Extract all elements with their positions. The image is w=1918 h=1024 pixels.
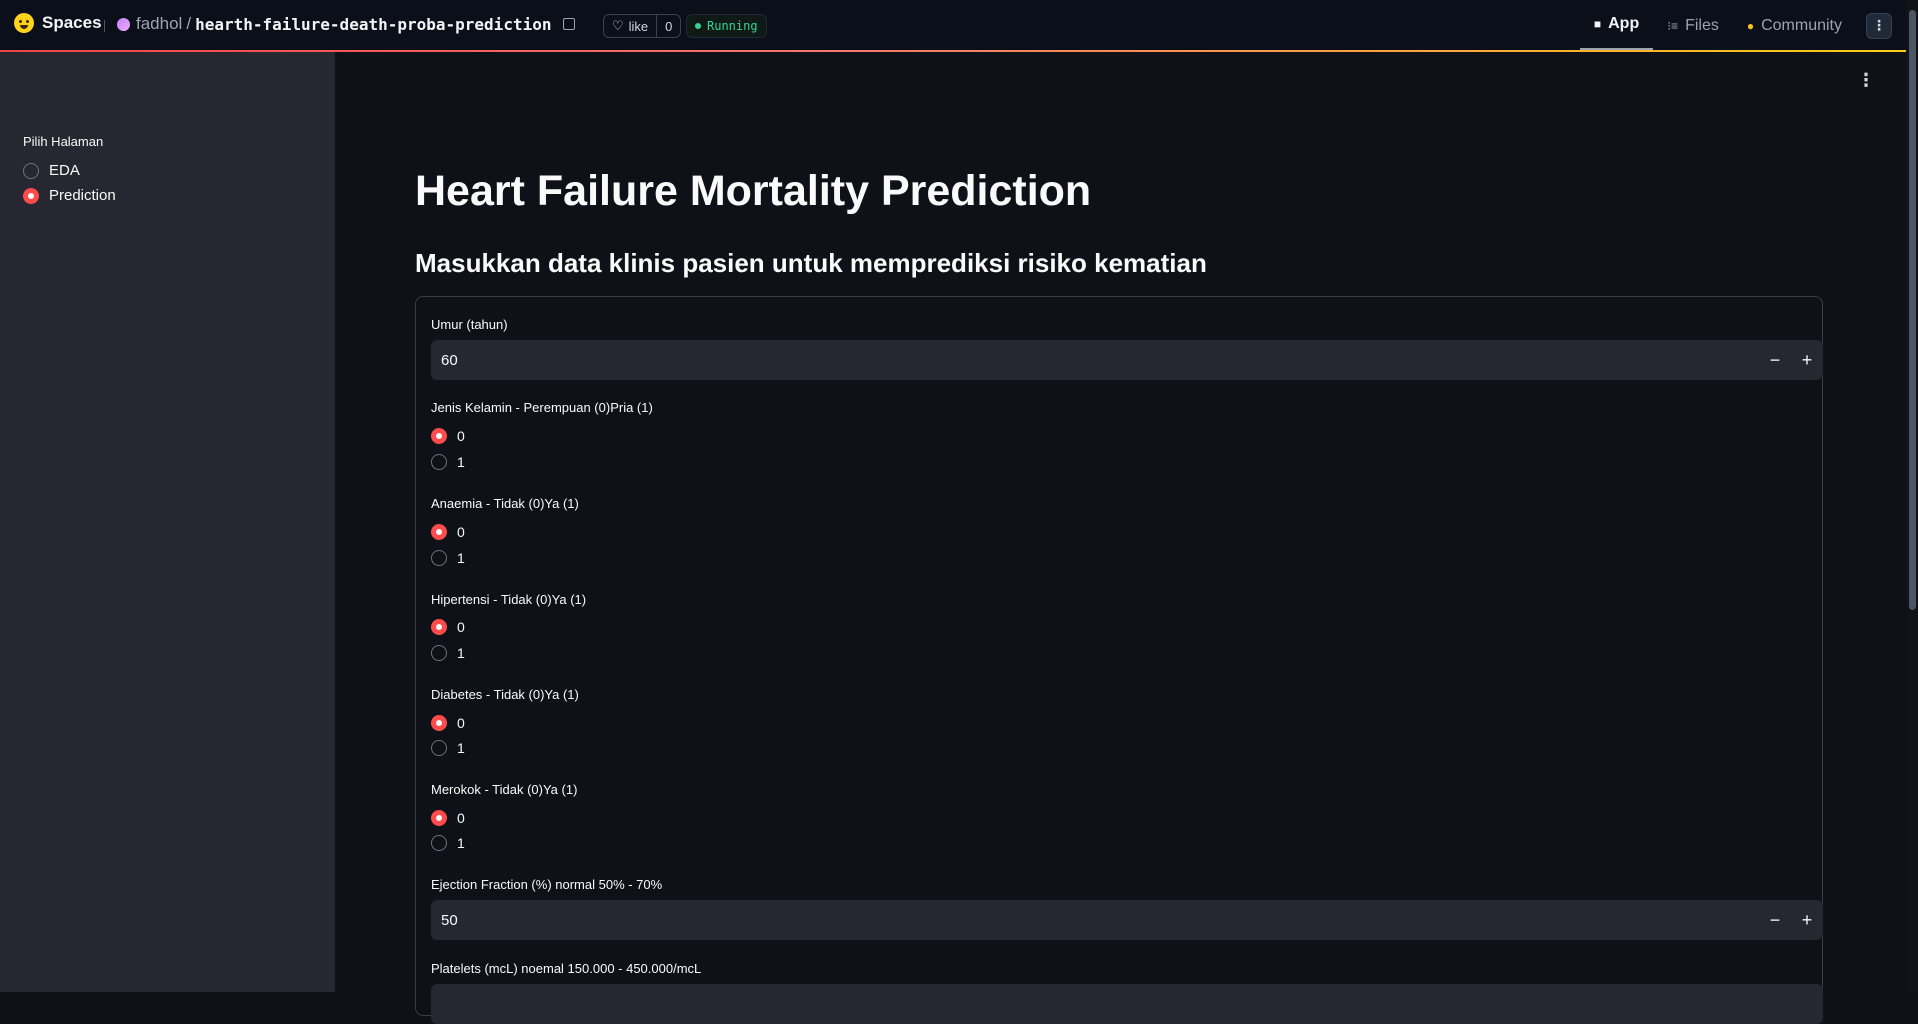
ejection-fraction-label: Ejection Fraction (%) normal 50% - 70% bbox=[431, 877, 663, 892]
radio-jenis-kelamin-0[interactable] bbox=[431, 428, 447, 444]
space-tabs: ■ App ⁝≡ Files ● Community ⋮ bbox=[1579, 0, 1906, 51]
spaces-label: Spaces bbox=[42, 13, 102, 32]
jenis-kelamin-option-0[interactable]: 0 bbox=[431, 428, 465, 444]
status-text: Running bbox=[707, 19, 758, 33]
hipertensi-option-0[interactable]: 0 bbox=[431, 619, 465, 635]
anaemia-label: Anaemia - Tidak (0)Ya (1) bbox=[431, 496, 579, 511]
radio-diabetes-0[interactable] bbox=[431, 715, 447, 731]
ejection-fraction-value[interactable]: 50 bbox=[431, 912, 1759, 929]
minus-icon[interactable]: − bbox=[1759, 900, 1791, 940]
option-label: 0 bbox=[457, 715, 465, 731]
tab-app-label: App bbox=[1608, 15, 1640, 32]
status-badge[interactable]: Running bbox=[686, 14, 767, 38]
option-label: 1 bbox=[457, 454, 465, 470]
umur-label: Umur (tahun) bbox=[431, 317, 508, 332]
breadcrumb-slash: / bbox=[186, 14, 192, 33]
divider bbox=[104, 20, 105, 32]
sidebar-item-label: Prediction bbox=[49, 187, 116, 204]
radio-diabetes-1[interactable] bbox=[431, 740, 447, 756]
radio-prediction[interactable] bbox=[23, 187, 39, 204]
option-label: 1 bbox=[457, 740, 465, 756]
main-menu-icon[interactable]: ⋮ bbox=[1857, 71, 1875, 89]
prediction-form: Umur (tahun) 60 − + Jenis Kelamin - Pere… bbox=[415, 296, 1823, 1024]
tab-community[interactable]: ● Community bbox=[1733, 0, 1856, 51]
umur-input[interactable]: 60 − + bbox=[431, 340, 1823, 380]
platelets-input[interactable] bbox=[431, 984, 1823, 1024]
diabetes-option-0[interactable]: 0 bbox=[431, 715, 465, 731]
merokok-label: Merokok - Tidak (0)Ya (1) bbox=[431, 782, 578, 797]
owner-link[interactable]: fadhol bbox=[136, 14, 182, 34]
option-label: 0 bbox=[457, 524, 465, 540]
tab-files-label: Files bbox=[1685, 16, 1719, 34]
page-scrollbar[interactable] bbox=[1906, 0, 1918, 992]
hf-top-bar: Spaces fadhol / hearth-failure-death-pro… bbox=[0, 0, 1918, 51]
anaemia-option-1[interactable]: 1 bbox=[431, 550, 465, 566]
copy-icon[interactable] bbox=[563, 18, 576, 30]
repo-name-link[interactable]: hearth-failure-death-proba-prediction bbox=[195, 15, 551, 34]
hugging-face-logo-icon bbox=[14, 13, 34, 33]
heart-icon: ♡ bbox=[612, 18, 624, 33]
ejection-fraction-input[interactable]: 50 − + bbox=[431, 900, 1823, 940]
sidebar: Pilih Halaman EDA Prediction bbox=[0, 52, 335, 992]
page-title: Heart Failure Mortality Prediction bbox=[415, 167, 1092, 215]
radio-hipertensi-0[interactable] bbox=[431, 619, 447, 635]
radio-merokok-1[interactable] bbox=[431, 835, 447, 851]
option-label: 0 bbox=[457, 810, 465, 826]
jenis-kelamin-option-1[interactable]: 1 bbox=[431, 454, 465, 470]
sidebar-item-label: EDA bbox=[49, 162, 80, 179]
radio-eda[interactable] bbox=[23, 162, 39, 179]
merokok-option-1[interactable]: 1 bbox=[431, 835, 465, 851]
owner-avatar bbox=[117, 17, 130, 31]
option-label: 0 bbox=[457, 619, 465, 635]
sidebar-item-eda[interactable]: EDA bbox=[23, 162, 80, 179]
tab-community-label: Community bbox=[1761, 16, 1842, 34]
umur-value[interactable]: 60 bbox=[431, 352, 1759, 369]
radio-merokok-0[interactable] bbox=[431, 810, 447, 826]
anaemia-option-0[interactable]: 0 bbox=[431, 524, 465, 540]
scrollbar-thumb[interactable] bbox=[1909, 10, 1916, 610]
option-label: 1 bbox=[457, 645, 465, 661]
like-button[interactable]: ♡ like 0 bbox=[603, 14, 682, 38]
plus-icon[interactable]: + bbox=[1791, 900, 1823, 940]
like-count: 0 bbox=[665, 18, 673, 34]
hipertensi-label: Hipertensi - Tidak (0)Ya (1) bbox=[431, 592, 587, 607]
radio-hipertensi-1[interactable] bbox=[431, 645, 447, 661]
diabetes-label: Diabetes - Tidak (0)Ya (1) bbox=[431, 687, 579, 702]
cube-icon: ■ bbox=[1593, 17, 1602, 31]
status-dot-icon bbox=[695, 23, 701, 29]
breadcrumb: fadhol / hearth-failure-death-proba-pred… bbox=[117, 14, 576, 34]
option-label: 0 bbox=[457, 428, 465, 444]
diabetes-option-1[interactable]: 1 bbox=[431, 740, 465, 756]
sidebar-page-label: Pilih Halaman bbox=[23, 134, 104, 149]
radio-anaemia-1[interactable] bbox=[431, 550, 447, 566]
radio-jenis-kelamin-1[interactable] bbox=[431, 454, 447, 470]
option-label: 1 bbox=[457, 550, 465, 566]
jenis-kelamin-label: Jenis Kelamin - Perempuan (0)Pria (1) bbox=[431, 400, 653, 415]
merokok-option-0[interactable]: 0 bbox=[431, 810, 465, 826]
more-options-icon[interactable]: ⋮ bbox=[1866, 12, 1892, 39]
plus-icon[interactable]: + bbox=[1791, 340, 1823, 380]
option-label: 1 bbox=[457, 835, 465, 851]
platelets-label: Platelets (mcL) noemal 150.000 - 450.000… bbox=[431, 961, 702, 976]
spaces-brand[interactable]: Spaces bbox=[14, 13, 102, 33]
community-icon: ● bbox=[1746, 18, 1755, 33]
tab-app[interactable]: ■ App bbox=[1579, 0, 1654, 51]
tab-files[interactable]: ⁝≡ Files bbox=[1653, 0, 1733, 51]
files-icon: ⁝≡ bbox=[1667, 18, 1679, 33]
minus-icon[interactable]: − bbox=[1759, 340, 1791, 380]
hipertensi-option-1[interactable]: 1 bbox=[431, 645, 465, 661]
like-label: like bbox=[628, 18, 649, 34]
page-subtitle: Masukkan data klinis pasien untuk mempre… bbox=[415, 248, 1207, 278]
radio-anaemia-0[interactable] bbox=[431, 524, 447, 540]
sidebar-item-prediction[interactable]: Prediction bbox=[23, 187, 116, 204]
